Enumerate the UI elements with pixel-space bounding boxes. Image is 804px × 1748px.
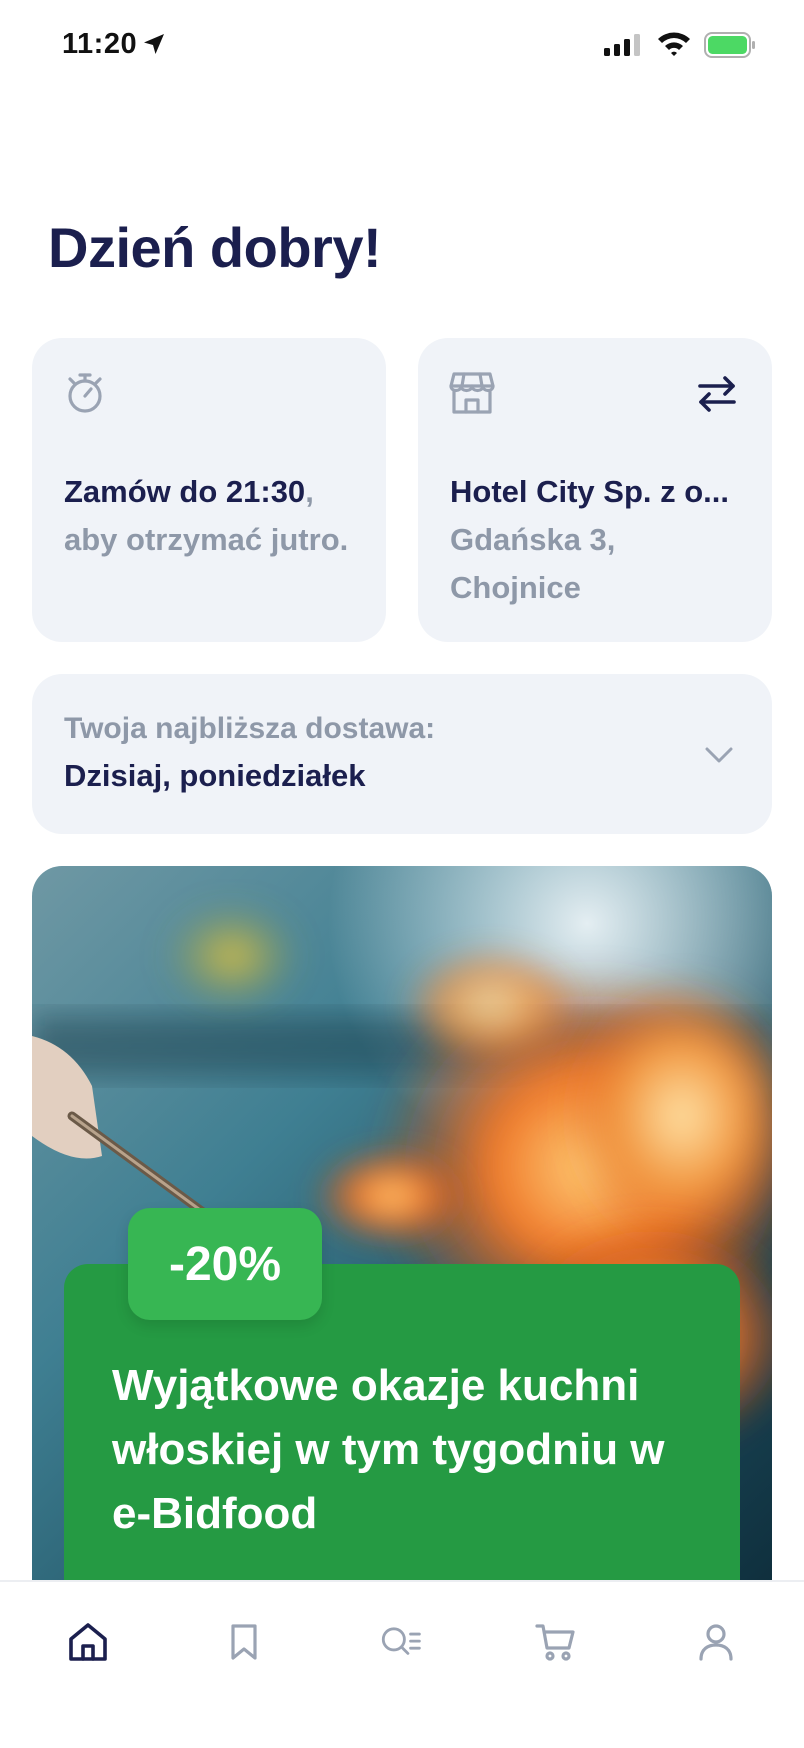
order-deadline-time: Zamów do 21:30	[64, 474, 306, 509]
status-time: 11:20	[62, 28, 138, 60]
store-icon	[449, 372, 495, 414]
tab-home[interactable]	[56, 1610, 120, 1674]
store-name: Hotel City Sp. z o...	[450, 474, 730, 509]
tab-search[interactable]	[368, 1610, 432, 1674]
delivery-label: Twoja najbliższa dostawa:	[64, 712, 436, 745]
profile-icon	[699, 1624, 733, 1661]
status-bar: 11:20	[0, 0, 804, 92]
location-arrow-icon	[144, 34, 164, 54]
tab-saved[interactable]	[212, 1610, 276, 1674]
order-deadline-text: Zamów do 21:30, aby otrzymać jutro.	[64, 468, 358, 564]
switch-icon[interactable]	[694, 370, 740, 416]
cellular-signal-icon	[604, 34, 640, 56]
order-deadline-rest: aby otrzymać jutro.	[64, 522, 349, 557]
stopwatch-icon	[68, 373, 102, 413]
store-address: Gdańska 3, Chojnice	[450, 522, 616, 605]
delivery-value: Dzisiaj, poniedziałek	[64, 758, 366, 793]
wifi-icon	[658, 32, 690, 56]
bookmark-icon	[231, 1624, 257, 1660]
chevron-down-icon	[705, 747, 733, 763]
home-icon	[69, 1623, 107, 1661]
store-card[interactable]: Hotel City Sp. z o... Gdańska 3, Chojnic…	[418, 338, 772, 642]
promo-banner[interactable]: Wyjątkowe okazje kuchni włoskiej w tym t…	[32, 866, 772, 1586]
order-deadline-card[interactable]: Zamów do 21:30, aby otrzymać jutro.	[32, 338, 386, 642]
promo-title: Wyjątkowe okazje kuchni włoskiej w tym t…	[112, 1361, 665, 1538]
discount-badge: -20%	[128, 1208, 322, 1320]
battery-icon	[704, 32, 755, 58]
search-list-icon	[381, 1627, 421, 1655]
delivery-date-selector[interactable]: Twoja najbliższa dostawa: Dzisiaj, ponie…	[32, 674, 772, 834]
tab-cart[interactable]	[524, 1610, 588, 1674]
tab-profile[interactable]	[684, 1610, 748, 1674]
bottom-tab-bar	[0, 1580, 804, 1748]
cart-icon	[535, 1624, 575, 1661]
order-deadline-comma: ,	[305, 474, 314, 509]
store-text: Hotel City Sp. z o... Gdańska 3, Chojnic…	[450, 468, 744, 612]
greeting-title: Dzień dobry!	[48, 216, 382, 279]
